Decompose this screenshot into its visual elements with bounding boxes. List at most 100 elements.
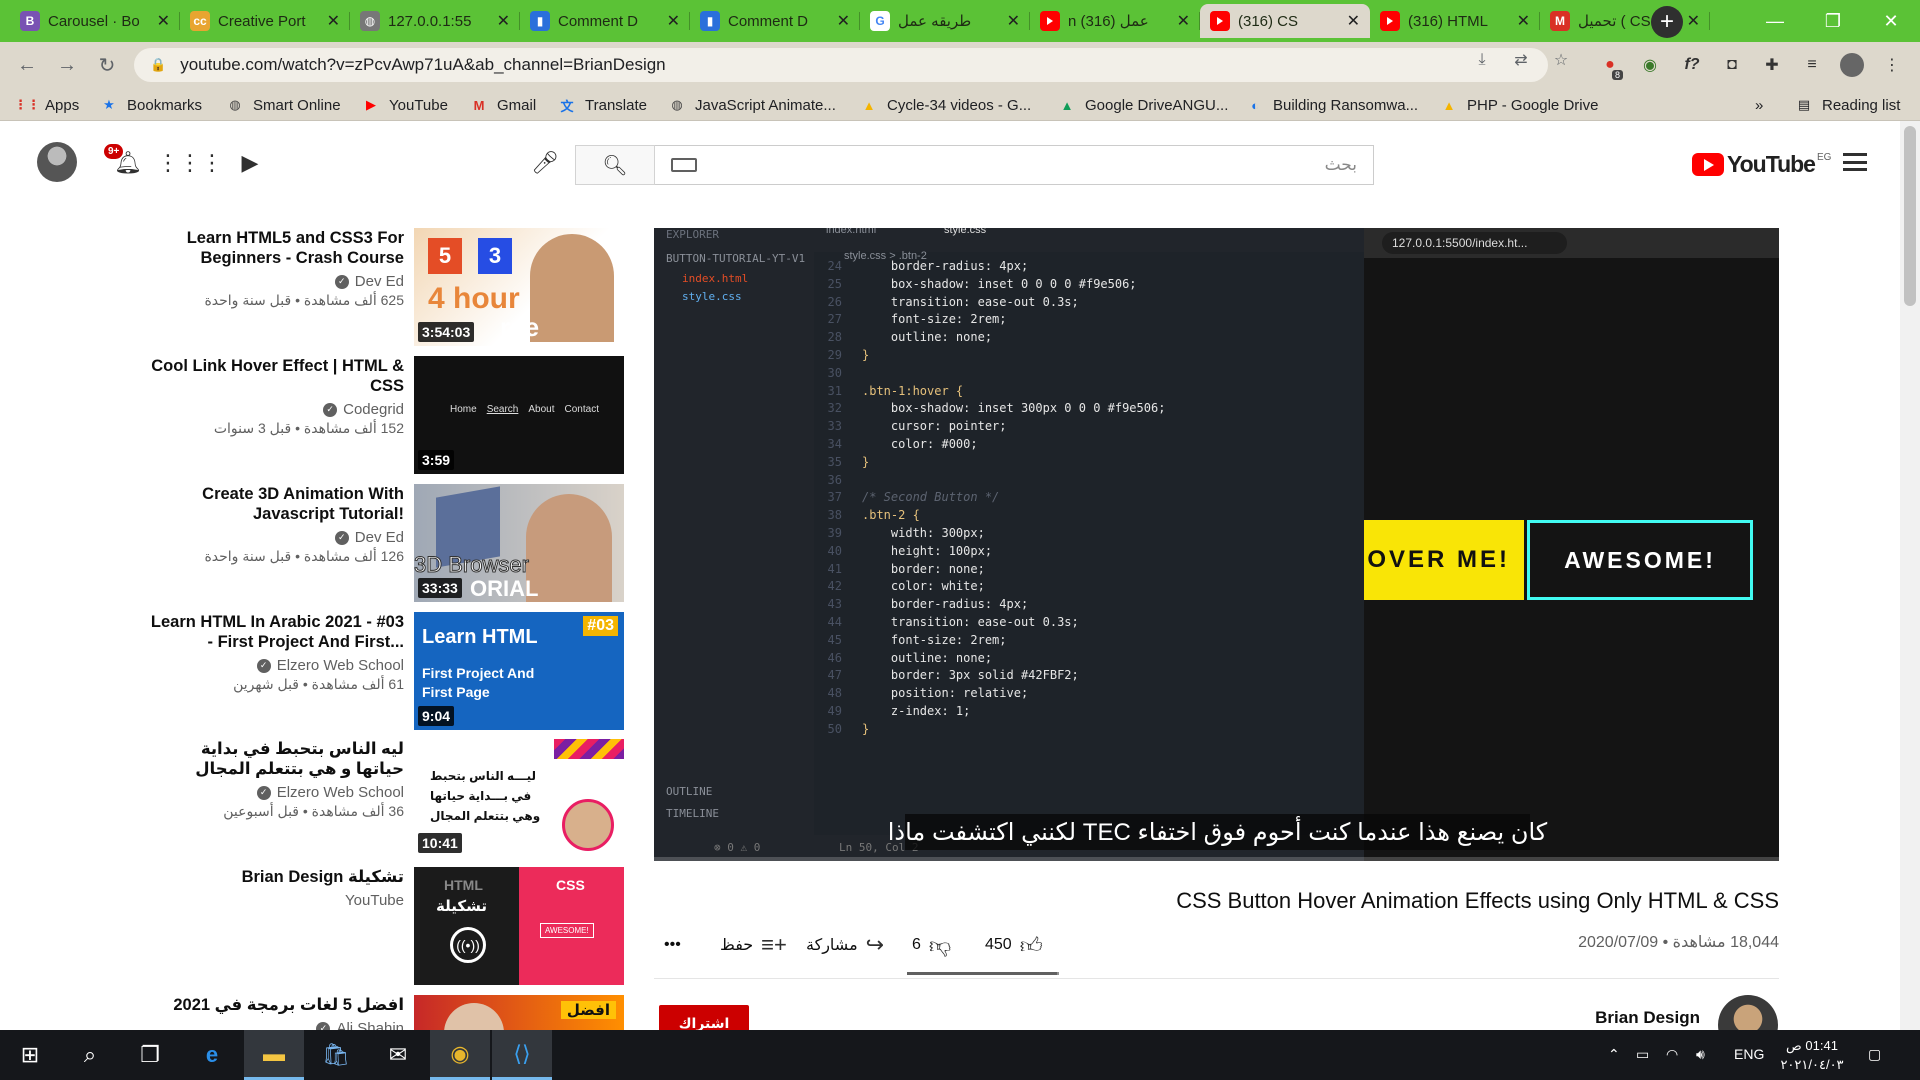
extension-search-icon[interactable]: ◘ [1720,53,1744,77]
video-thumbnail[interactable]: HTML CSS تشكيلة AWESOME! ((•)) [414,867,624,985]
battery-icon[interactable]: ▭ [1636,1046,1649,1063]
video-title[interactable]: Brian Design تشكيلة [150,867,404,887]
recommended-video[interactable]: #03 Learn HTML First Project And First Pag… [150,612,624,730]
wifi-icon[interactable]: ◠ [1666,1046,1678,1063]
tab-close-icon[interactable]: ✕ [157,11,170,31]
chrome-menu-icon[interactable]: ⋮ [1880,53,1904,77]
youtube-logo[interactable]: YouTube EG [1692,151,1831,178]
chrome-icon[interactable]: ◉ [430,1030,490,1080]
bookmark-item[interactable]: ▲ Cycle-34 videos - G... [860,94,1032,116]
like-button[interactable]: 450 👍︎ [985,930,1043,960]
browser-tab[interactable]: n عمل (316) ✕ [1030,4,1200,38]
vscode-icon[interactable]: ⟨⟩ [492,1030,552,1080]
apps-grid-icon[interactable]: ⋮⋮⋮ [157,148,223,178]
new-tab-button[interactable]: + [1651,6,1683,38]
address-bar[interactable]: 🔒 youtube.com/watch?v=zPcvAwp71uA&ab_cha… [134,48,1548,82]
bookmark-item[interactable]: ◍ JavaScript Animate... [668,94,836,116]
channel-name[interactable]: Brian Design [1500,1008,1700,1028]
reload-button[interactable]: ↻ [92,50,122,80]
more-actions-button[interactable]: ••• [664,930,681,960]
extension-globe-icon[interactable]: ◉ [1638,53,1662,77]
browser-tab[interactable]: (316) CS ✕ [1200,4,1370,38]
video-title[interactable]: ليه الناس بتحبط في بداية حياتها و هي بتت… [150,739,404,779]
forward-button[interactable]: → [52,50,82,80]
browser-tab[interactable]: (316) HTML ✕ [1370,4,1540,38]
video-title[interactable]: افضل 5 لغات برمجة في 2021 [150,995,404,1015]
channel-line[interactable]: ✓ Elzero Web School [150,784,404,801]
extensions-puzzle-icon[interactable]: ✚ [1760,53,1784,77]
tab-close-icon[interactable]: ✕ [837,11,850,31]
search-input[interactable] [709,155,1357,175]
guide-menu-icon[interactable] [1843,153,1867,171]
channel-line[interactable]: ✓ Codegrid [150,401,404,418]
browser-tab[interactable]: M تحميل ( CSS ✕ [1540,4,1710,38]
task-view-icon[interactable]: ❐ [120,1030,180,1080]
file-explorer-icon[interactable]: ▬ [244,1030,304,1080]
channel-line[interactable]: YouTube [150,892,404,909]
channel-line[interactable]: ✓ Dev Ed [150,529,404,546]
language-indicator[interactable]: ENG [1734,1046,1764,1062]
tab-close-icon[interactable]: ✕ [1687,11,1700,31]
search-button[interactable]: 🔍︎ [575,145,655,185]
browser-tab[interactable]: cc Creative Port ✕ [180,4,350,38]
minimize-button[interactable]: — [1746,0,1804,42]
start-button[interactable]: ⊞ [0,1030,60,1080]
account-avatar[interactable] [37,142,77,182]
video-progress-bar[interactable] [654,857,1779,861]
video-thumbnail[interactable]: 534 hour rse 3:54:03 [414,228,624,346]
bookmark-item[interactable]: ◍ Smart Online [226,94,340,116]
channel-line[interactable]: ✓ Dev Ed [150,273,404,290]
bookmark-item[interactable]: ◐ Building Ransomwa... [1246,94,1418,116]
clock[interactable]: 01:41 ص ٢٠٢١/٠٤/٠٣ [1780,1036,1844,1074]
voice-search-mic-icon[interactable]: 🎤︎ [530,148,560,178]
video-thumbnail[interactable]: #03 Learn HTML First Project And First Pag… [414,612,624,730]
tab-close-icon[interactable]: ✕ [497,11,510,31]
video-title[interactable]: Create 3D Animation With Javascript Tuto… [150,484,404,524]
install-icon[interactable]: ⤓ [1471,49,1493,71]
video-title[interactable]: Learn HTML5 and CSS3 For Beginners - Cra… [150,228,404,268]
dislike-button[interactable]: 6 👎︎ [912,930,951,960]
tab-close-icon[interactable]: ✕ [327,11,340,31]
volume-icon[interactable]: 🔊︎ [1696,1046,1705,1063]
close-window-button[interactable]: ✕ [1862,0,1920,42]
browser-tab[interactable]: B Carousel · Bo ✕ [10,4,180,38]
browser-tab[interactable]: ▮ Comment D ✕ [690,4,860,38]
bookmark-item[interactable]: M Gmail [470,94,537,116]
share-button[interactable]: مشاركة ↪ [806,930,884,960]
profile-avatar[interactable] [1840,53,1864,77]
tray-expand-icon[interactable]: ⌃ [1608,1046,1620,1063]
bookmark-item[interactable]: ⋮⋮ Apps [14,94,79,116]
tab-close-icon[interactable]: ✕ [1177,11,1190,31]
bookmark-item[interactable]: ▲ Google DriveANGU... [1058,94,1229,116]
tab-close-icon[interactable]: ✕ [667,11,680,31]
bookmarks-overflow[interactable]: » [1755,94,1763,116]
star-icon[interactable]: ☆ [1550,49,1572,71]
browser-tab[interactable]: G طريقه عمل ✕ [860,4,1030,38]
store-icon[interactable]: 🛍︎ [306,1030,366,1080]
browser-tab[interactable]: ◍ 127.0.0.1:55 ✕ [350,4,520,38]
recommended-video[interactable]: 3D Browser ORIAL 33:33 Create 3D Animation … [150,484,624,602]
video-player[interactable]: EXPLORER BUTTON-TUTORIAL-YT-V1 index.htm… [654,228,1779,861]
keyboard-icon[interactable] [671,158,697,172]
edge-icon[interactable]: e [182,1030,242,1080]
bookmark-item[interactable]: ▶ YouTube [362,94,448,116]
bookmark-item[interactable]: ★ Bookmarks [100,94,202,116]
save-button[interactable]: حفظ ≡+ [720,930,787,960]
tab-close-icon[interactable]: ✕ [1517,11,1530,31]
mail-icon[interactable]: ✉ [368,1030,428,1080]
video-thumbnail[interactable]: 3D Browser ORIAL 33:33 [414,484,624,602]
tab-close-icon[interactable]: ✕ [1347,11,1360,31]
channel-line[interactable]: ✓ Elzero Web School [150,657,404,674]
translate-icon[interactable]: ⇄ [1510,49,1532,71]
video-thumbnail[interactable]: ليـــه الناس بتحبط في بـــداية حياتها وهي … [414,739,624,857]
video-title[interactable]: Learn HTML In Arabic 2021 - #03 - First … [150,612,404,652]
recommended-video[interactable]: 534 hour rse 3:54:03 Learn HTML5 and CSS3 F… [150,228,624,346]
maximize-button[interactable]: ❐ [1804,0,1862,42]
scrollbar-thumb[interactable] [1904,126,1916,306]
action-center-icon[interactable]: ▢ [1868,1046,1881,1063]
reading-list[interactable]: ▤ Reading list [1795,94,1901,116]
search-taskbar-icon[interactable]: ⌕ [60,1030,120,1080]
extension-function-icon[interactable]: f? [1680,53,1704,77]
recommended-video[interactable]: ليـــه الناس بتحبط في بـــداية حياتها وهي … [150,739,624,857]
browser-tab[interactable]: ▮ Comment D ✕ [520,4,690,38]
